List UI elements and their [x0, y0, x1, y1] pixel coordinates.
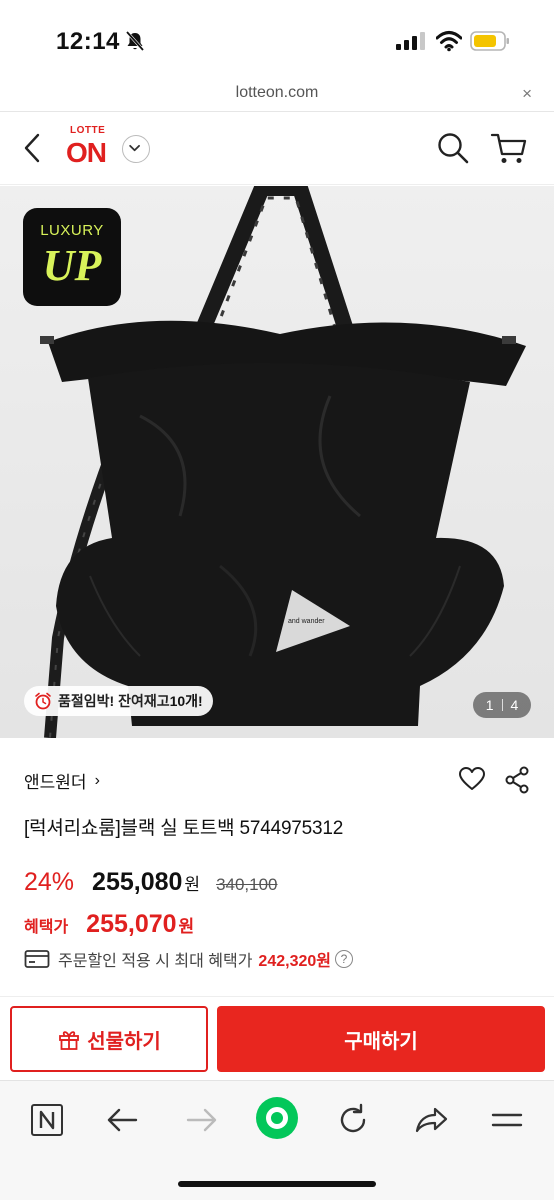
benefit-label: 혜택가 [24, 919, 69, 936]
original-price: 340,100 [216, 875, 278, 894]
brand-name: 앤드원더 [24, 773, 87, 792]
credit-card-icon [24, 950, 50, 968]
price-row: 24% 255,080 원 340,100 [24, 868, 278, 897]
stock-text: 품절임박! 잔여재고 [58, 693, 170, 709]
back-arrow-icon[interactable] [20, 131, 46, 165]
help-icon[interactable]: ? [334, 950, 353, 968]
section-divider [0, 996, 554, 997]
benefit-price: 255,070 [86, 910, 177, 938]
buy-button-label: 구매하기 [344, 1030, 418, 1053]
max-benefit-price: 242,320원 [258, 953, 331, 970]
product-title: [럭셔리쇼룸]블랙 실 토트백 5744975312 [24, 818, 344, 839]
price-currency: 원 [184, 875, 201, 894]
naver-home-button-icon[interactable] [254, 1095, 300, 1141]
site-menu-toggle[interactable] [122, 135, 150, 163]
naver-n-icon[interactable] [28, 1101, 66, 1139]
browser-back-icon[interactable] [104, 1101, 142, 1139]
benefit-currency: 원 [178, 917, 195, 936]
menu-icon[interactable] [488, 1101, 526, 1139]
badge-luxury-text: LUXURY [40, 222, 104, 239]
lotteon-logo[interactable]: LOTTE ON [66, 125, 118, 175]
cellular-signal-icon [396, 32, 425, 50]
sale-price: 255,080 [92, 868, 183, 896]
gift-button-label: 선물하기 [87, 1030, 161, 1053]
image-pager: 1 4 [473, 692, 531, 718]
wifi-icon [436, 31, 462, 52]
gift-button[interactable]: 선물하기 [10, 1006, 208, 1072]
pager-separator [501, 699, 503, 711]
product-image[interactable]: and wander LUXURY UP 품절임박! 잔여재고 10개! 1 4 [0, 186, 554, 738]
chevron-right-icon: › [94, 771, 100, 789]
share-icon[interactable] [504, 766, 530, 794]
cart-icon[interactable] [490, 131, 528, 165]
refresh-icon[interactable] [334, 1101, 372, 1139]
max-benefit-text: 주문할인 적용 시 최대 혜택가 [58, 953, 253, 970]
pager-total: 4 [510, 697, 519, 713]
alarm-clock-icon [35, 692, 51, 710]
browser-url-bar: lotteon.com × [0, 82, 554, 112]
logo-lotte-text: LOTTE [70, 125, 106, 136]
close-icon[interactable]: × [522, 84, 532, 104]
url-text[interactable]: lotteon.com [0, 84, 554, 102]
home-indicator [178, 1181, 376, 1187]
benefit-price-row: 혜택가 255,070 원 [24, 910, 194, 939]
badge-up-text: UP [42, 241, 102, 290]
search-icon[interactable] [436, 131, 470, 165]
low-stock-badge: 품절임박! 잔여재고 10개! [24, 686, 213, 716]
luxury-up-badge: LUXURY UP [23, 208, 121, 306]
bag-brand-print: and wander [288, 618, 325, 625]
site-header: LOTTE ON [0, 113, 554, 185]
heart-icon[interactable] [458, 766, 486, 792]
share-arrow-icon[interactable] [412, 1101, 450, 1139]
logo-on-text: ON [66, 137, 107, 168]
status-bar: 12:14 [0, 0, 554, 82]
chevron-down-icon [129, 144, 140, 152]
status-time: 12:14 [56, 28, 120, 55]
brand-link[interactable]: 앤드원더 › [24, 768, 100, 793]
max-benefit-row[interactable]: 주문할인 적용 시 최대 혜택가 242,320원 ? [24, 947, 353, 971]
buy-button[interactable]: 구매하기 [217, 1006, 545, 1072]
pager-current: 1 [485, 697, 494, 713]
browser-forward-icon[interactable] [182, 1101, 220, 1139]
battery-icon [470, 31, 509, 51]
stock-count: 10개! [169, 693, 203, 709]
discount-rate: 24% [24, 868, 75, 896]
gift-icon [59, 1031, 80, 1050]
bell-muted-icon [125, 31, 145, 51]
